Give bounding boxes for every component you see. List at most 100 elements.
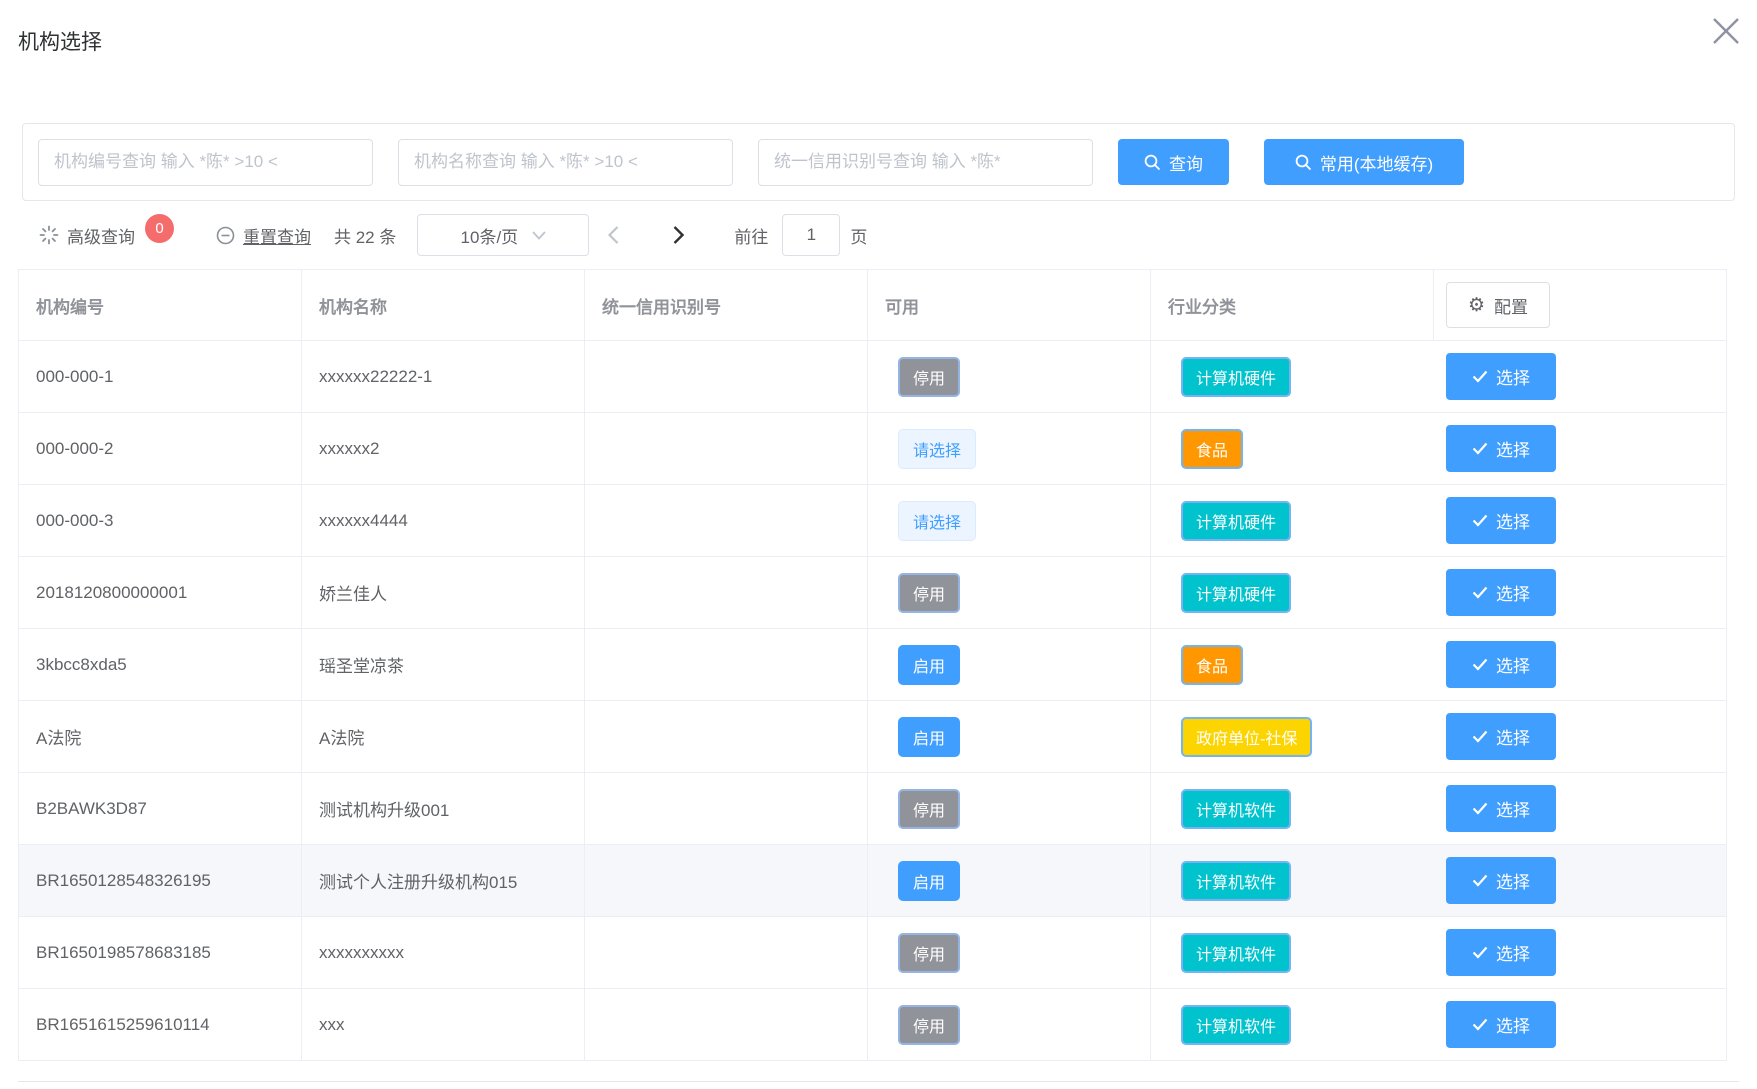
reset-query-button[interactable]: 重置查询 (216, 223, 311, 248)
cell-credit-code (585, 773, 868, 844)
status-badge[interactable]: 请选择 (898, 429, 976, 469)
industry-badge[interactable]: 计算机软件 (1181, 789, 1291, 829)
select-button-label: 选择 (1496, 868, 1530, 893)
cell-actions: 选择 (1434, 341, 1726, 412)
industry-badge[interactable]: 食品 (1181, 429, 1243, 469)
cell-org-code: BR1650128548326195 (19, 845, 302, 916)
bottom-divider (18, 1081, 1739, 1082)
goto-page-input[interactable] (782, 214, 840, 256)
select-button[interactable]: 选择 (1446, 857, 1556, 904)
select-button[interactable]: 选择 (1446, 569, 1556, 616)
select-button-label: 选择 (1496, 796, 1530, 821)
industry-badge[interactable]: 计算机硬件 (1181, 573, 1291, 613)
status-badge[interactable]: 停用 (898, 933, 960, 973)
cell-actions: 选择 (1434, 629, 1726, 700)
select-button[interactable]: 选择 (1446, 785, 1556, 832)
cell-actions: 选择 (1434, 917, 1726, 988)
close-button[interactable] (1707, 12, 1745, 50)
config-button[interactable]: ⚙ 配置 (1446, 282, 1550, 328)
select-button-label: 选择 (1496, 580, 1530, 605)
cell-actions: 选择 (1434, 773, 1726, 844)
total-count-text: 共 22 条 (334, 223, 396, 248)
status-badge[interactable]: 启用 (898, 861, 960, 901)
cell-available: 停用 (868, 557, 1151, 628)
cell-available: 停用 (868, 341, 1151, 412)
industry-badge[interactable]: 计算机软件 (1181, 861, 1291, 901)
select-button[interactable]: 选择 (1446, 425, 1556, 472)
select-button[interactable]: 选择 (1446, 353, 1556, 400)
common-cache-button[interactable]: 常用(本地缓存) (1264, 139, 1464, 185)
cell-industry: 计算机硬件 (1151, 485, 1434, 556)
table-row: 2018120800000001娇兰佳人停用计算机硬件选择 (19, 557, 1726, 629)
header-org-code: 机构编号 (19, 270, 302, 340)
status-badge[interactable]: 停用 (898, 789, 960, 829)
cell-industry: 计算机软件 (1151, 773, 1434, 844)
check-icon (1472, 802, 1488, 815)
cell-industry: 食品 (1151, 413, 1434, 484)
select-button[interactable]: 选择 (1446, 641, 1556, 688)
check-icon (1472, 514, 1488, 527)
cell-org-code: BR1650198578683185 (19, 917, 302, 988)
select-button[interactable]: 选择 (1446, 713, 1556, 760)
common-cache-button-label: 常用(本地缓存) (1320, 150, 1433, 175)
status-badge[interactable]: 启用 (898, 645, 960, 685)
close-icon (1710, 15, 1742, 47)
cell-actions: 选择 (1434, 413, 1726, 484)
cell-credit-code (585, 413, 868, 484)
cell-industry: 食品 (1151, 629, 1434, 700)
header-org-name: 机构名称 (302, 270, 585, 340)
table-body: 000-000-1xxxxxx22222-1停用计算机硬件选择000-000-2… (19, 341, 1726, 1061)
status-badge[interactable]: 停用 (898, 357, 960, 397)
prev-page-button[interactable] (595, 214, 631, 256)
cell-industry: 计算机软件 (1151, 917, 1434, 988)
industry-badge[interactable]: 计算机软件 (1181, 1005, 1291, 1045)
cell-org-code: BR1651615259610114 (19, 989, 302, 1060)
status-badge[interactable]: 请选择 (898, 501, 976, 541)
cell-actions: 选择 (1434, 989, 1726, 1060)
table-row: BR1650198578683185xxxxxxxxxx停用计算机软件选择 (19, 917, 1726, 989)
industry-badge[interactable]: 食品 (1181, 645, 1243, 685)
advanced-query-label: 高级查询 (67, 223, 135, 248)
cell-org-name: xxx (302, 989, 585, 1060)
select-button[interactable]: 选择 (1446, 929, 1556, 976)
credit-code-search-input[interactable] (758, 139, 1093, 186)
cell-org-name: xxxxxx2 (302, 413, 585, 484)
table-row: 000-000-3xxxxxx4444请选择计算机硬件选择 (19, 485, 1726, 557)
cell-credit-code (585, 701, 868, 772)
select-button[interactable]: 选择 (1446, 1001, 1556, 1048)
table-header-row: 机构编号 机构名称 统一信用识别号 可用 行业分类 ⚙ 配置 (19, 270, 1726, 341)
industry-badge[interactable]: 计算机软件 (1181, 933, 1291, 973)
cell-org-name: 娇兰佳人 (302, 557, 585, 628)
cell-credit-code (585, 341, 868, 412)
filter-panel: 查询 常用(本地缓存) (22, 123, 1735, 201)
config-button-label: 配置 (1494, 293, 1528, 318)
cell-industry: 计算机软件 (1151, 989, 1434, 1060)
industry-badge[interactable]: 政府单位-社保 (1181, 717, 1312, 757)
cell-org-code: B2BAWK3D87 (19, 773, 302, 844)
org-code-search-input[interactable] (38, 139, 373, 186)
status-badge[interactable]: 启用 (898, 717, 960, 757)
org-name-search-input[interactable] (398, 139, 733, 186)
check-icon (1472, 730, 1488, 743)
header-credit-code: 统一信用识别号 (585, 270, 868, 340)
cell-org-name: 测试个人注册升级机构015 (302, 845, 585, 916)
cell-org-code: 000-000-1 (19, 341, 302, 412)
cell-available: 请选择 (868, 485, 1151, 556)
cell-credit-code (585, 917, 868, 988)
status-badge[interactable]: 停用 (898, 573, 960, 613)
query-button[interactable]: 查询 (1118, 139, 1229, 185)
cell-org-code: 3kbcc8xda5 (19, 629, 302, 700)
industry-badge[interactable]: 计算机硬件 (1181, 357, 1291, 397)
goto-page-label: 前往 (734, 223, 768, 248)
select-button[interactable]: 选择 (1446, 497, 1556, 544)
check-icon (1472, 946, 1488, 959)
table-row: BR1651615259610114xxx 停用 计算机软件 选择 (19, 989, 1726, 1061)
next-page-button[interactable] (660, 214, 696, 256)
page-size-select[interactable]: 10条/页 (417, 214, 589, 256)
industry-badge[interactable]: 计算机硬件 (1181, 501, 1291, 541)
advanced-query-button[interactable]: 高级查询 0 (39, 221, 174, 250)
pagination-toolbar: 高级查询 0 重置查询 共 22 条 10条/页 前往 页 (18, 213, 867, 257)
check-icon (1472, 1018, 1488, 1031)
status-badge[interactable]: 停用 (898, 1005, 960, 1045)
cell-org-name: xxxxxx4444 (302, 485, 585, 556)
